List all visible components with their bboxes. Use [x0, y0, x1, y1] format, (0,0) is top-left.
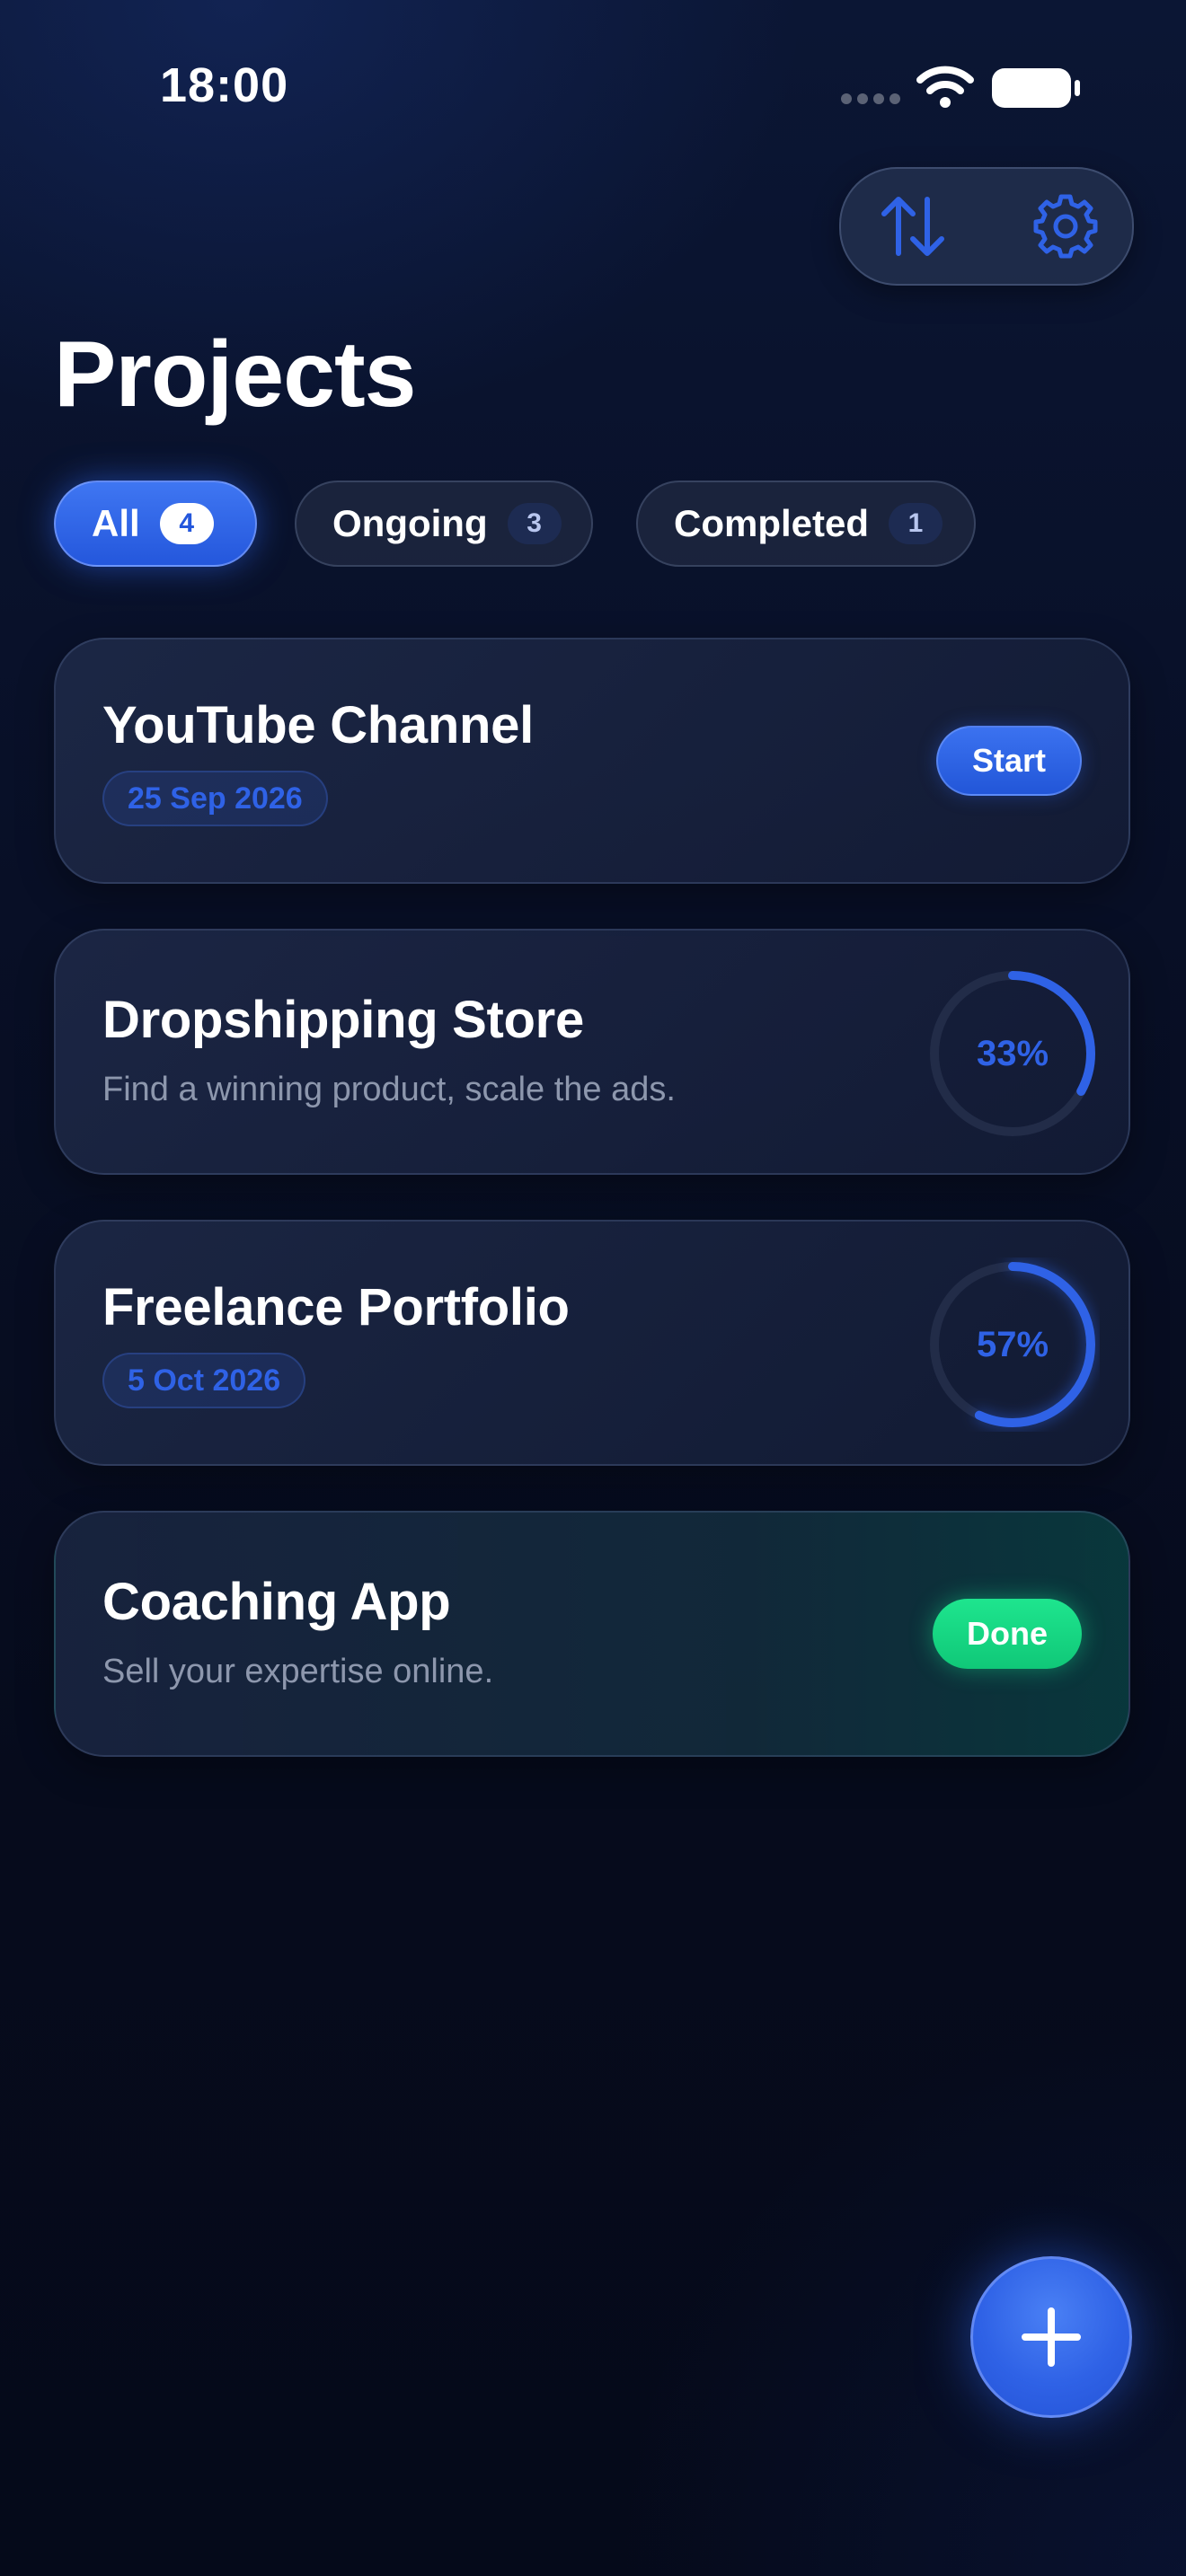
page-title: Projects [54, 322, 416, 427]
project-date-badge: 5 Oct 2026 [102, 1353, 306, 1408]
done-status-button[interactable]: Done [933, 1599, 1082, 1669]
project-card-freelance-portfolio[interactable]: Freelance Portfolio 5 Oct 2026 57% [54, 1220, 1130, 1466]
progress-percent: 33% [976, 1033, 1049, 1073]
project-title: YouTube Channel [102, 696, 534, 754]
filter-count-badge: 3 [507, 503, 562, 544]
filter-count-badge: 4 [159, 503, 214, 544]
sort-button[interactable] [868, 181, 958, 271]
battery-icon [992, 68, 1080, 108]
progress-ring: 33% [925, 966, 1100, 1141]
start-button[interactable]: Start [936, 726, 1082, 796]
project-title: Coaching App [102, 1573, 451, 1631]
plus-icon [1022, 2307, 1081, 2367]
add-project-button[interactable] [970, 2256, 1132, 2418]
filter-chip-completed[interactable]: Completed 1 [636, 481, 976, 567]
project-date-badge: 25 Sep 2026 [102, 771, 328, 826]
filter-chip-label: Ongoing [332, 502, 488, 544]
filter-chip-ongoing[interactable]: Ongoing 3 [295, 481, 593, 567]
project-subtitle: Find a winning product, scale the ads. [102, 1071, 676, 1108]
progress-percent: 57% [976, 1324, 1049, 1364]
project-card-coaching-app[interactable]: Coaching App Sell your expertise online.… [54, 1511, 1130, 1757]
filter-chip-all[interactable]: All 4 [54, 481, 257, 567]
cellular-signal-icon [841, 93, 900, 104]
toolbar [839, 167, 1134, 286]
project-title: Freelance Portfolio [102, 1278, 570, 1337]
status-time: 18:00 [160, 58, 289, 112]
sort-arrows-icon [881, 197, 944, 256]
project-card-youtube-channel[interactable]: YouTube Channel 25 Sep 2026 Start [54, 638, 1130, 884]
project-title: Dropshipping Store [102, 991, 584, 1049]
filter-chip-label: Completed [674, 502, 870, 544]
project-subtitle: Sell your expertise online. [102, 1653, 494, 1690]
wifi-icon [916, 65, 974, 114]
progress-ring: 57% [925, 1257, 1100, 1432]
filter-count-badge: 1 [889, 503, 943, 544]
gear-icon [1033, 194, 1098, 259]
settings-button[interactable] [1021, 181, 1111, 271]
filter-chip-label: All [92, 502, 140, 544]
project-card-dropshipping-store[interactable]: Dropshipping Store Find a winning produc… [54, 929, 1130, 1175]
